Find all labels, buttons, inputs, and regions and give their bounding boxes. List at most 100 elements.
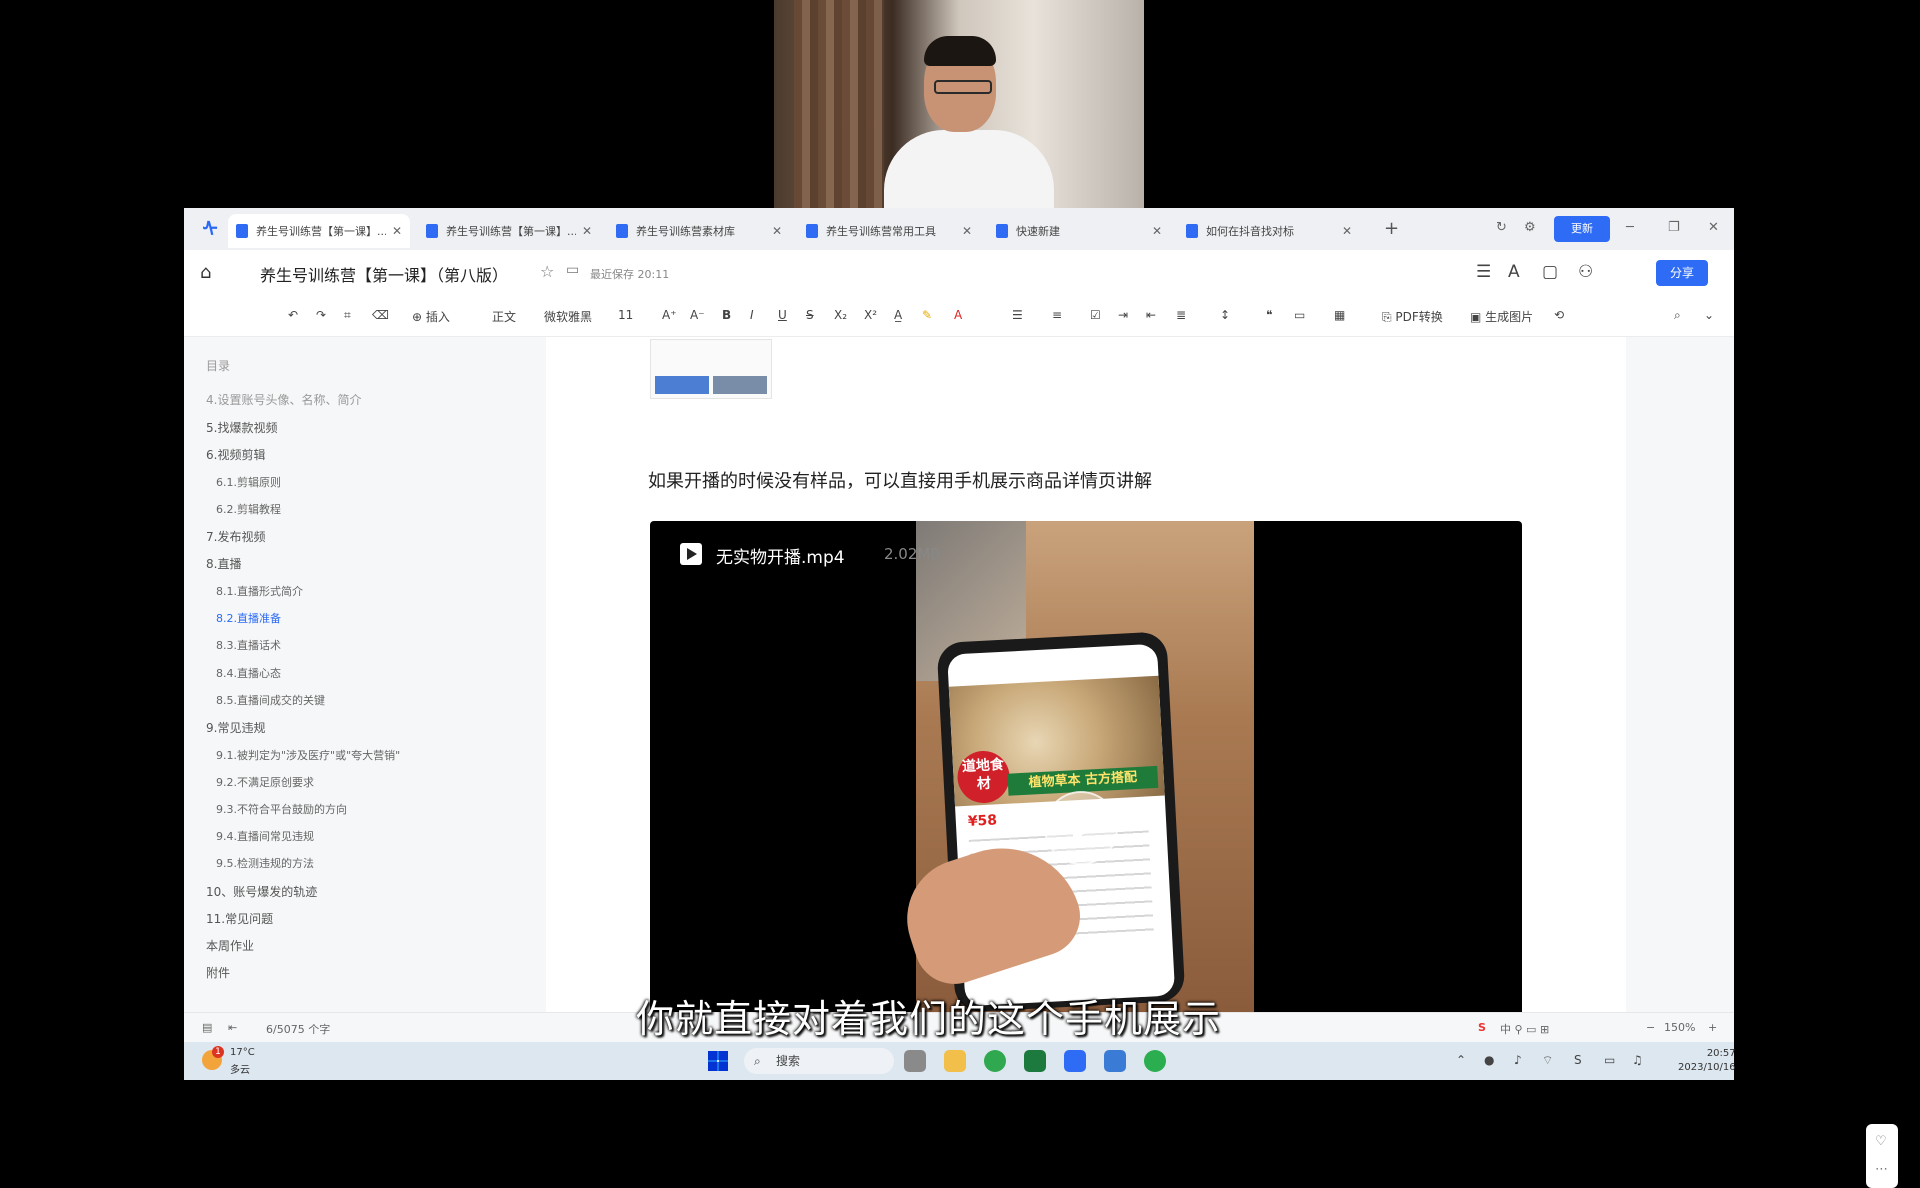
outline-item-active[interactable]: 8.2.直播准备 xyxy=(216,610,281,626)
document-title[interactable]: 养生号训练营【第一课】（第八版） xyxy=(260,262,508,286)
restore-icon[interactable]: ❐ xyxy=(1668,220,1680,235)
display-icon[interactable]: ▭ xyxy=(1604,1053,1615,1067)
close-icon[interactable]: ✕ xyxy=(772,224,782,238)
outline-item[interactable]: 9.常见违规 xyxy=(206,719,265,736)
wechat-icon[interactable] xyxy=(1144,1050,1166,1072)
format-painter-icon[interactable]: ⌗ xyxy=(344,308,351,323)
align-icon[interactable]: ≣ xyxy=(1176,308,1186,322)
subscript-icon[interactable]: X₂ xyxy=(834,308,847,322)
zoom-in-icon[interactable]: + xyxy=(1708,1021,1717,1034)
chevron-down-icon[interactable]: ⌄ xyxy=(1704,308,1714,322)
tab-quick-new[interactable]: 快速新建 ✕ xyxy=(988,214,1170,248)
volume-icon[interactable]: ♫ xyxy=(1632,1053,1643,1067)
collaborator-icon[interactable]: ⚇ xyxy=(1578,262,1593,282)
outline-item[interactable]: 9.4.直播间常见违规 xyxy=(216,828,314,844)
line-spacing-icon[interactable]: ↕ xyxy=(1220,308,1230,322)
bullet-list-icon[interactable]: ☰ xyxy=(1012,308,1023,322)
italic-button[interactable]: I xyxy=(750,308,754,322)
underline-button[interactable]: U xyxy=(778,308,787,322)
app-logo-icon[interactable]: ᠰ xyxy=(198,217,222,241)
outline-item[interactable]: 本周作业 xyxy=(206,937,254,954)
outline-item[interactable]: 5.找爆款视频 xyxy=(206,419,277,436)
ime-icon[interactable]: S xyxy=(1574,1053,1582,1067)
highlight-icon[interactable]: ✎ xyxy=(922,308,932,322)
strikethrough-button[interactable]: S xyxy=(806,308,814,322)
fit-width-icon[interactable]: ⇤ xyxy=(228,1021,237,1034)
image-thumbnail[interactable] xyxy=(650,339,772,399)
outline-item[interactable]: 8.直播 xyxy=(206,555,241,572)
zoom-out-icon[interactable]: − xyxy=(1646,1021,1655,1034)
outline-item[interactable]: 11.常见问题 xyxy=(206,910,273,927)
outline-item[interactable]: 附件 xyxy=(206,964,230,981)
task-view-icon[interactable] xyxy=(904,1050,926,1072)
tab-doc-4[interactable]: 养生号训练营常用工具 ✕ xyxy=(798,214,980,248)
ime-logo-icon[interactable]: S xyxy=(1478,1021,1486,1034)
network-icon[interactable]: ⌔ xyxy=(1542,1053,1553,1068)
share-button[interactable]: 分享 xyxy=(1656,260,1708,286)
browser-icon[interactable] xyxy=(984,1050,1006,1072)
font-size-select[interactable]: 11 xyxy=(618,308,633,322)
quote-icon[interactable]: ❝ xyxy=(1266,308,1272,322)
tab-doc-1[interactable]: 养生号训练营【第一课】... ✕ xyxy=(228,214,410,248)
excel-icon[interactable] xyxy=(1024,1050,1046,1072)
outline-item[interactable]: 7.发布视频 xyxy=(206,528,265,545)
tab-doc-3[interactable]: 养生号训练营素材库 ✕ xyxy=(608,214,790,248)
close-icon[interactable]: ✕ xyxy=(962,224,972,238)
meeting-app-icon[interactable] xyxy=(1104,1050,1126,1072)
outline-item[interactable]: 8.3.直播话术 xyxy=(216,637,281,653)
outline-item[interactable]: 9.2.不满足原创要求 xyxy=(216,774,314,790)
outline-item[interactable]: 8.1.直播形式简介 xyxy=(216,583,303,599)
word-count[interactable]: 6/5075 个字 xyxy=(266,1021,330,1037)
menu-icon[interactable]: ☰ xyxy=(1476,262,1491,282)
folder-icon[interactable]: ▭ xyxy=(566,262,579,278)
close-icon[interactable]: ✕ xyxy=(392,224,402,238)
paragraph-text[interactable]: 如果开播的时候没有样品，可以直接用手机展示商品详情页讲解 xyxy=(648,467,1152,493)
paragraph-style-select[interactable]: 正文 xyxy=(492,308,516,325)
minimize-icon[interactable]: ─ xyxy=(1626,220,1634,235)
tab-doc-2[interactable]: 养生号训练营【第一课】... ✕ xyxy=(418,214,600,248)
tab-doc-6[interactable]: 如何在抖音找对标 ✕ xyxy=(1178,214,1360,248)
settings-icon[interactable]: ⚙ xyxy=(1524,220,1536,235)
home-icon[interactable]: ⌂ xyxy=(200,262,211,283)
text-format-icon[interactable]: A xyxy=(1508,262,1520,282)
indent-icon[interactable]: ⇥ xyxy=(1118,308,1128,322)
zoom-level[interactable]: 150% xyxy=(1664,1021,1695,1034)
clear-format-icon[interactable]: ⌫ xyxy=(372,308,389,322)
docs-app-icon[interactable] xyxy=(1064,1050,1086,1072)
checklist-icon[interactable]: ☑ xyxy=(1090,308,1101,322)
numbered-list-icon[interactable]: ≡ xyxy=(1052,308,1062,322)
microphone-icon[interactable]: ♪ xyxy=(1514,1053,1522,1067)
outline-item[interactable]: 6.1.剪辑原则 xyxy=(216,474,281,490)
superscript-icon[interactable]: X² xyxy=(864,308,877,322)
table-icon[interactable]: ▦ xyxy=(1334,308,1345,322)
start-menu-icon[interactable] xyxy=(708,1051,728,1071)
generate-image-button[interactable]: ▣ 生成图片 xyxy=(1470,308,1533,325)
close-icon[interactable]: ✕ xyxy=(1342,224,1352,238)
close-icon[interactable]: ✕ xyxy=(1152,224,1162,238)
pdf-convert-button[interactable]: ⎘ PDF转换 xyxy=(1382,308,1443,325)
close-icon[interactable]: ✕ xyxy=(582,224,592,238)
outline-item[interactable]: 8.4.直播心态 xyxy=(216,665,281,681)
page-view-icon[interactable]: ▤ xyxy=(202,1021,212,1034)
present-icon[interactable]: ▢ xyxy=(1542,262,1558,282)
font-color-icon[interactable]: A xyxy=(954,308,962,322)
text-effect-icon[interactable]: A̲ xyxy=(894,308,902,322)
system-clock[interactable]: 20:57 2023/10/16 xyxy=(1678,1047,1736,1075)
outline-item[interactable]: 9.1.被判定为"涉及医疗"或"夸大营销" xyxy=(216,747,400,763)
more-icon[interactable]: ⋯ xyxy=(1875,1162,1888,1177)
refresh-icon[interactable]: ↻ xyxy=(1496,220,1507,235)
tray-expand-icon[interactable]: ⌃ xyxy=(1456,1053,1466,1067)
more-tools-icon[interactable]: ⟲ xyxy=(1554,308,1564,322)
outline-item[interactable]: 6.2.剪辑教程 xyxy=(216,501,281,517)
new-tab-icon[interactable]: + xyxy=(1384,218,1399,239)
outline-item[interactable]: 8.5.直播间成交的关键 xyxy=(216,692,325,708)
outline-item[interactable]: 9.3.不符合平台鼓励的方向 xyxy=(216,801,347,817)
increase-font-icon[interactable]: A⁺ xyxy=(662,308,677,322)
insert-button[interactable]: ⊕ 插入 xyxy=(412,308,450,325)
redo-icon[interactable]: ↷ xyxy=(316,308,326,322)
play-icon[interactable] xyxy=(1044,791,1118,865)
bold-button[interactable]: B xyxy=(722,308,731,322)
update-button[interactable]: 更新 xyxy=(1554,216,1610,242)
decrease-font-icon[interactable]: A⁻ xyxy=(690,308,705,322)
comment-icon[interactable]: ▭ xyxy=(1294,308,1305,322)
